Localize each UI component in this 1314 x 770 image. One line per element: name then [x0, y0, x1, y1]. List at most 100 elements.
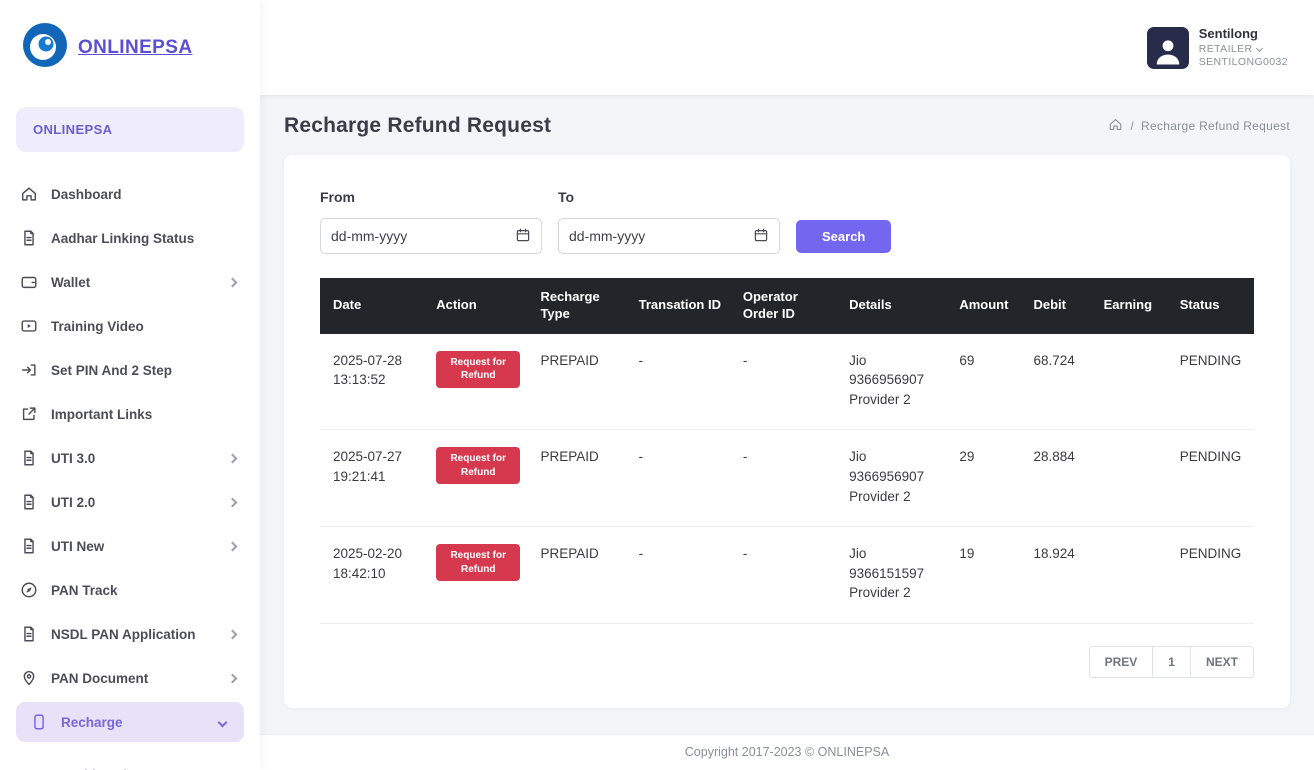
- sidebar-item-label: Dashboard: [51, 187, 122, 202]
- cell-operator-order-id: -: [735, 334, 841, 430]
- calendar-icon[interactable]: [753, 227, 769, 246]
- search-button[interactable]: Search: [796, 220, 891, 253]
- location-icon: [20, 669, 38, 687]
- sidebar-item-label: NSDL PAN Application: [51, 627, 196, 642]
- sidebar-item-label: Wallet: [51, 275, 90, 290]
- page-header: Recharge Refund Request / Recharge Refun…: [284, 114, 1290, 138]
- breadcrumb: / Recharge Refund Request: [1108, 117, 1290, 135]
- sidebar-item-label: Aadhar Linking Status: [51, 231, 194, 246]
- sidebar-item-uti-3-0[interactable]: UTI 3.0: [0, 436, 260, 480]
- from-date-field: From dd-mm-yyyy: [320, 189, 542, 254]
- col-header-debit: Debit: [1025, 278, 1095, 334]
- refund-request-card: From dd-mm-yyyy To dd-mm-yyyy: [284, 155, 1290, 708]
- footer: Copyright 2017-2023 © ONLINEPSA: [260, 734, 1314, 770]
- sidebar-item-label: UTI 2.0: [51, 495, 95, 510]
- sidebar-item-uti-2-0[interactable]: UTI 2.0: [0, 480, 260, 524]
- sidebar-item-aadhar-linking-status[interactable]: Aadhar Linking Status: [0, 216, 260, 260]
- sidebar-item-label: Set PIN And 2 Step: [51, 363, 172, 378]
- from-date-input[interactable]: dd-mm-yyyy: [320, 218, 542, 254]
- col-header-details: Details: [841, 278, 951, 334]
- cell-amount: 69: [951, 334, 1025, 430]
- sidebar-item-label: Recharge: [61, 715, 123, 730]
- chevron-right-icon: [228, 497, 238, 507]
- wallet-icon: [20, 273, 38, 291]
- sidebar-item-wallet[interactable]: Wallet: [0, 260, 260, 304]
- cell-debit: 68.724: [1025, 334, 1095, 430]
- video-icon: [20, 317, 38, 335]
- pagination-next-button[interactable]: NEXT: [1190, 646, 1254, 678]
- calendar-icon[interactable]: [515, 227, 531, 246]
- breadcrumb-home-icon[interactable]: [1108, 117, 1123, 135]
- cell-date: 2025-07-28 13:13:52: [320, 334, 428, 430]
- cell-operator-order-id: -: [735, 430, 841, 527]
- sidebar-subitem-prepaid-recharge[interactable]: Prepaid Recharge: [0, 754, 260, 770]
- chevron-right-icon: [228, 673, 238, 683]
- cell-recharge-type: PREPAID: [532, 334, 630, 430]
- request-refund-button[interactable]: Request for Refund: [436, 447, 520, 484]
- table-row: 2025-07-28 13:13:52 Request for Refund P…: [320, 334, 1254, 430]
- user-role: RETAILER: [1199, 43, 1288, 56]
- request-refund-button[interactable]: Request for Refund: [436, 544, 520, 581]
- page-content: Recharge Refund Request / Recharge Refun…: [260, 95, 1314, 708]
- cell-debit: 28.884: [1025, 430, 1095, 527]
- table-row: 2025-02-20 18:42:10 Request for Refund P…: [320, 527, 1254, 624]
- document-icon: [20, 229, 38, 247]
- cell-earning: [1096, 527, 1172, 624]
- cell-debit: 18.924: [1025, 527, 1095, 624]
- chevron-right-icon: [228, 629, 238, 639]
- sidebar-item-nsdl-pan-application[interactable]: NSDL PAN Application: [0, 612, 260, 656]
- sidebar-item-label: PAN Track: [51, 583, 118, 598]
- col-header-amount: Amount: [951, 278, 1025, 334]
- col-header-status: Status: [1172, 278, 1254, 334]
- cell-recharge-type: PREPAID: [532, 527, 630, 624]
- pagination-prev-button[interactable]: PREV: [1089, 646, 1154, 678]
- copyright-text: Copyright 2017-2023 © ONLINEPSA: [685, 745, 889, 759]
- external-link-icon: [20, 405, 38, 423]
- table-header: Date Action Recharge Type Transation ID …: [320, 278, 1254, 334]
- cell-details: Jio 9366956907 Provider 2: [841, 334, 951, 430]
- pagination: PREV 1 NEXT: [320, 646, 1254, 678]
- sidebar-item-training-video[interactable]: Training Video: [0, 304, 260, 348]
- sidebar-item-important-links[interactable]: Important Links: [0, 392, 260, 436]
- top-bar: Sentilong RETAILER SENTILONG0032: [260, 0, 1314, 95]
- onlinepsa-logo-icon: [22, 22, 68, 73]
- cell-operator-order-id: -: [735, 527, 841, 624]
- table-row: 2025-07-27 19:21:41 Request for Refund P…: [320, 430, 1254, 527]
- sidebar-brand-header: ONLINEPSA: [16, 107, 244, 152]
- sidebar-item-set-pin-and-2-step[interactable]: Set PIN And 2 Step: [0, 348, 260, 392]
- main-column: Sentilong RETAILER SENTILONG0032 Recharg…: [260, 0, 1314, 770]
- brand-logo[interactable]: ONLINEPSA: [0, 0, 260, 95]
- to-label: To: [558, 189, 780, 205]
- sidebar-item-dashboard[interactable]: Dashboard: [0, 172, 260, 216]
- col-header-operator-order-id: Operator Order ID: [735, 278, 841, 334]
- sidebar-item-recharge[interactable]: Recharge: [16, 702, 244, 742]
- sidebar-item-uti-new[interactable]: UTI New: [0, 524, 260, 568]
- pagination-page-1-button[interactable]: 1: [1152, 646, 1191, 678]
- chevron-right-icon: [228, 453, 238, 463]
- sidebar-item-pan-track[interactable]: PAN Track: [0, 568, 260, 612]
- brand-logo-text: ONLINEPSA: [78, 37, 192, 59]
- breadcrumb-current: Recharge Refund Request: [1141, 119, 1290, 133]
- cell-action: Request for Refund: [428, 334, 532, 430]
- sidebar-item-label: UTI 3.0: [51, 451, 95, 466]
- document-icon: [20, 537, 38, 555]
- cell-transaction-id: -: [631, 527, 735, 624]
- date-placeholder: dd-mm-yyyy: [569, 228, 645, 244]
- sidebar-item-label: Training Video: [51, 319, 144, 334]
- cell-details: Jio 9366151597 Provider 2: [841, 527, 951, 624]
- col-header-transaction-id: Transation ID: [631, 278, 735, 334]
- col-header-earning: Earning: [1096, 278, 1172, 334]
- request-refund-button[interactable]: Request for Refund: [436, 351, 520, 388]
- cell-earning: [1096, 430, 1172, 527]
- breadcrumb-separator: /: [1130, 119, 1134, 133]
- to-date-input[interactable]: dd-mm-yyyy: [558, 218, 780, 254]
- user-menu[interactable]: Sentilong RETAILER SENTILONG0032: [1147, 26, 1288, 69]
- filters-row: From dd-mm-yyyy To dd-mm-yyyy: [320, 189, 1254, 254]
- sidebar-item-label: Important Links: [51, 407, 152, 422]
- cell-transaction-id: -: [631, 334, 735, 430]
- sidebar-subitem-label: Prepaid Recharge: [48, 767, 159, 770]
- document-icon: [20, 449, 38, 467]
- chevron-down-icon: [218, 717, 228, 727]
- sidebar-item-pan-document[interactable]: PAN Document: [0, 656, 260, 700]
- sidebar-item-label: UTI New: [51, 539, 104, 554]
